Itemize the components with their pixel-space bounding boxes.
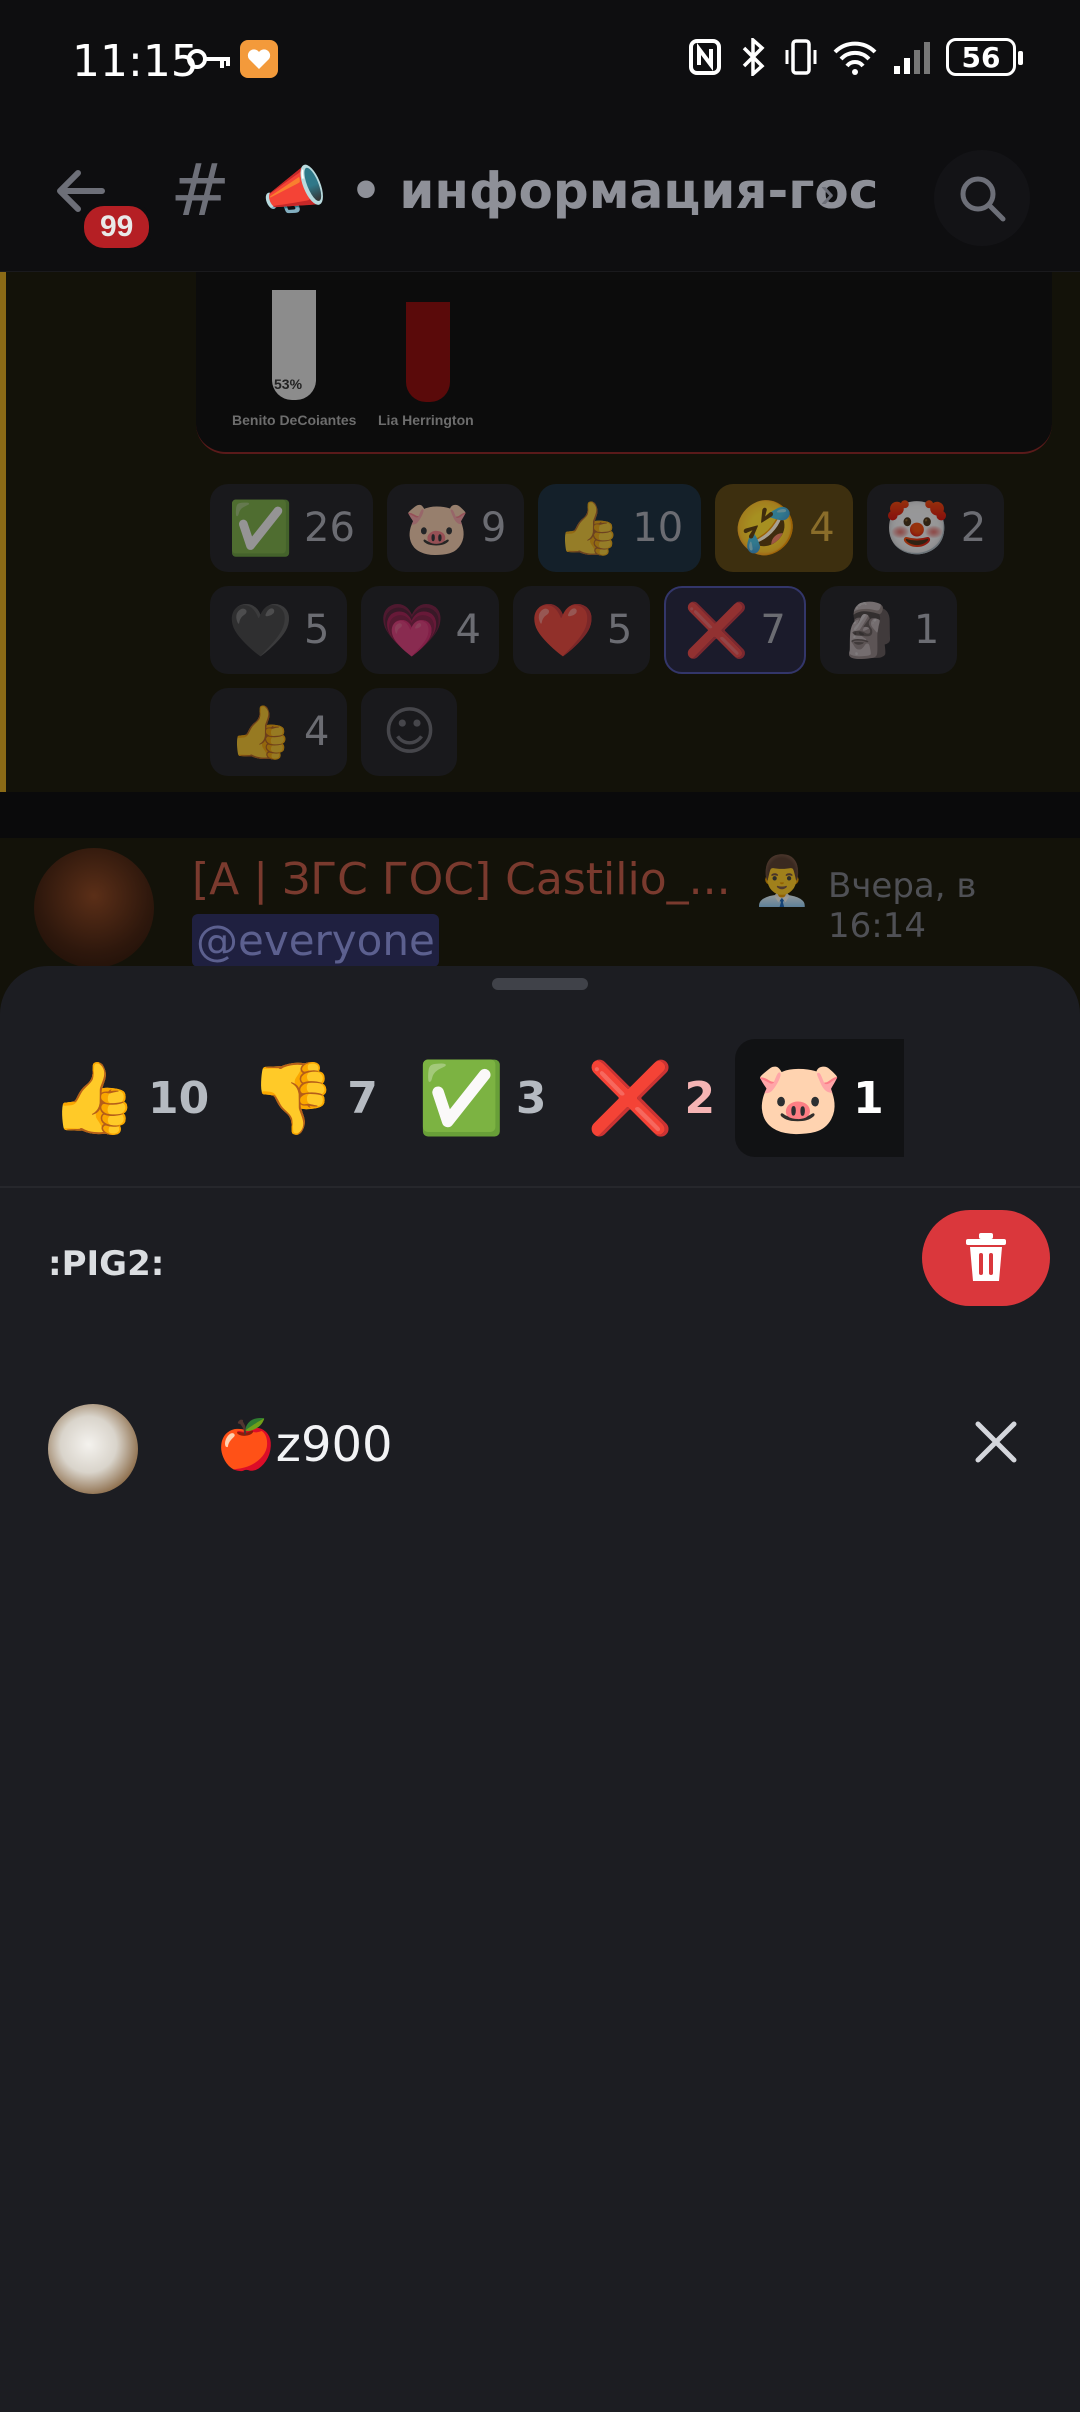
add-reaction-button[interactable]: ☺ (361, 688, 458, 776)
tab-count: 1 (853, 1072, 884, 1124)
pig-icon: 🐷 (755, 1056, 843, 1139)
status-time: 11:15 (72, 36, 199, 87)
check-icon: ✅ (417, 1056, 506, 1139)
chevron-right-icon[interactable]: › (820, 168, 835, 218)
reaction-red-heart[interactable]: ❤️ 5 (512, 586, 651, 674)
reaction-moai[interactable]: 🗿 1 (819, 586, 958, 674)
poll-candidate-2: Lia Herrington (378, 412, 474, 428)
megaphone-icon: 📣 (262, 162, 327, 220)
add-reaction-icon: ☺ (382, 702, 437, 762)
tab-count: 7 (347, 1072, 378, 1124)
wifi-icon (833, 41, 877, 75)
key-icon (187, 49, 230, 69)
channel-name[interactable]: • информация-гос (350, 162, 878, 220)
poll-embed-image: 53% Benito DeCoiantes Lia Herrington (196, 272, 1052, 454)
tab-count: 10 (148, 1072, 210, 1124)
tab-count: 3 (515, 1072, 547, 1124)
reaction-check[interactable]: ✅ 26 (210, 484, 373, 572)
cross-icon: ❌ (586, 1056, 674, 1139)
avatar[interactable] (34, 848, 154, 968)
mention-everyone[interactable]: @everyone (192, 914, 439, 967)
battery-indicator: 56 (946, 38, 1023, 76)
status-bar: 11:15 56 (0, 0, 1080, 120)
channel-header: 99 # 📣 • информация-гос › (0, 120, 1080, 272)
reaction-thumbs-up[interactable]: 👍 10 (538, 484, 702, 572)
message-separator (0, 792, 1080, 838)
message-reactions: ✅ 26 🐷 9 👍 10 🤣 4 🤡 2 🖤 5 💗 4 ❤️ 5 ❌ 7 🗿 1 👍 4 ☺ (210, 484, 1010, 790)
unread-badge: 99 (80, 202, 154, 252)
reaction-rofl[interactable]: 🤣 4 (715, 484, 853, 572)
tab-thumbs-down[interactable]: 👎 7 (229, 1039, 398, 1157)
nfc-icon (689, 39, 721, 75)
tab-check[interactable]: ✅ 3 (398, 1039, 567, 1157)
reaction-black-heart[interactable]: 🖤 5 (210, 586, 348, 674)
reactions-sheet: 👍 10 👎 7 ✅ 3 ❌ 2 🐷 1 :PIG2: 🍎z900 (0, 966, 1080, 2412)
reaction-row: ✅ 26 🐷 9 👍 10 🤣 4 🤡 2 (210, 484, 1010, 572)
search-button[interactable] (934, 150, 1030, 246)
reaction-pig[interactable]: 🐷 9 (386, 484, 525, 572)
channel-hash-icon: # (170, 148, 231, 232)
role-icon: 👨‍💼 (752, 855, 812, 908)
reaction-clown[interactable]: 🤡 2 (866, 484, 1005, 572)
reaction-user-row: 🍎z900 (0, 1390, 1080, 1510)
selected-emoji-name: :PIG2: (48, 1244, 165, 1284)
message-timestamp: Вчера, в 16:14 (828, 866, 977, 946)
reaction-tabs: 👍 10 👎 7 ✅ 3 ❌ 2 🐷 1 (0, 1038, 1080, 1158)
search-icon (960, 176, 1006, 222)
reaction-cross[interactable]: ❌ 7 (664, 586, 806, 674)
chat-background: 53% Benito DeCoiantes Lia Herrington ✅ 26… (0, 272, 1080, 1038)
close-icon[interactable] (966, 1412, 1026, 1472)
remove-all-reactions-button[interactable] (922, 1210, 1050, 1306)
sheet-drag-handle[interactable] (492, 978, 588, 990)
reaction-row: 👍 4 ☺ (210, 688, 1010, 776)
poll-bar-1-percent: 53% (274, 376, 303, 392)
poll-bar-2 (406, 302, 450, 402)
reaction-thumb-smiley[interactable]: 👍 4 (210, 688, 348, 776)
trash-icon (966, 1233, 1006, 1281)
thumbs-up-icon: 👍 (50, 1056, 138, 1139)
thumbs-down-icon: 👎 (249, 1056, 337, 1139)
message-author[interactable]: [A | ЗГС ГОС] Castilio_... (192, 854, 731, 905)
tab-pig[interactable]: 🐷 1 (735, 1039, 904, 1157)
vibrate-icon (785, 39, 817, 75)
divider (0, 1186, 1080, 1188)
app-heart-icon (240, 40, 278, 78)
bluetooth-icon (742, 38, 765, 76)
poll-message: 53% Benito DeCoiantes Lia Herrington ✅ 26… (0, 272, 1080, 792)
signal-icon (894, 42, 930, 74)
reaction-user-name[interactable]: 🍎z900 (216, 1416, 393, 1473)
avatar[interactable] (48, 1404, 138, 1494)
reaction-anime-heart[interactable]: 💗 4 (361, 586, 499, 674)
tab-count: 2 (684, 1072, 716, 1124)
tab-cross[interactable]: ❌ 2 (566, 1039, 735, 1157)
reaction-row: 🖤 5 💗 4 ❤️ 5 ❌ 7 🗿 1 (210, 586, 1010, 674)
tab-thumbs-up[interactable]: 👍 10 (30, 1039, 229, 1157)
status-icons: 56 (688, 38, 1023, 76)
poll-candidate-1: Benito DeCoiantes (232, 412, 357, 428)
